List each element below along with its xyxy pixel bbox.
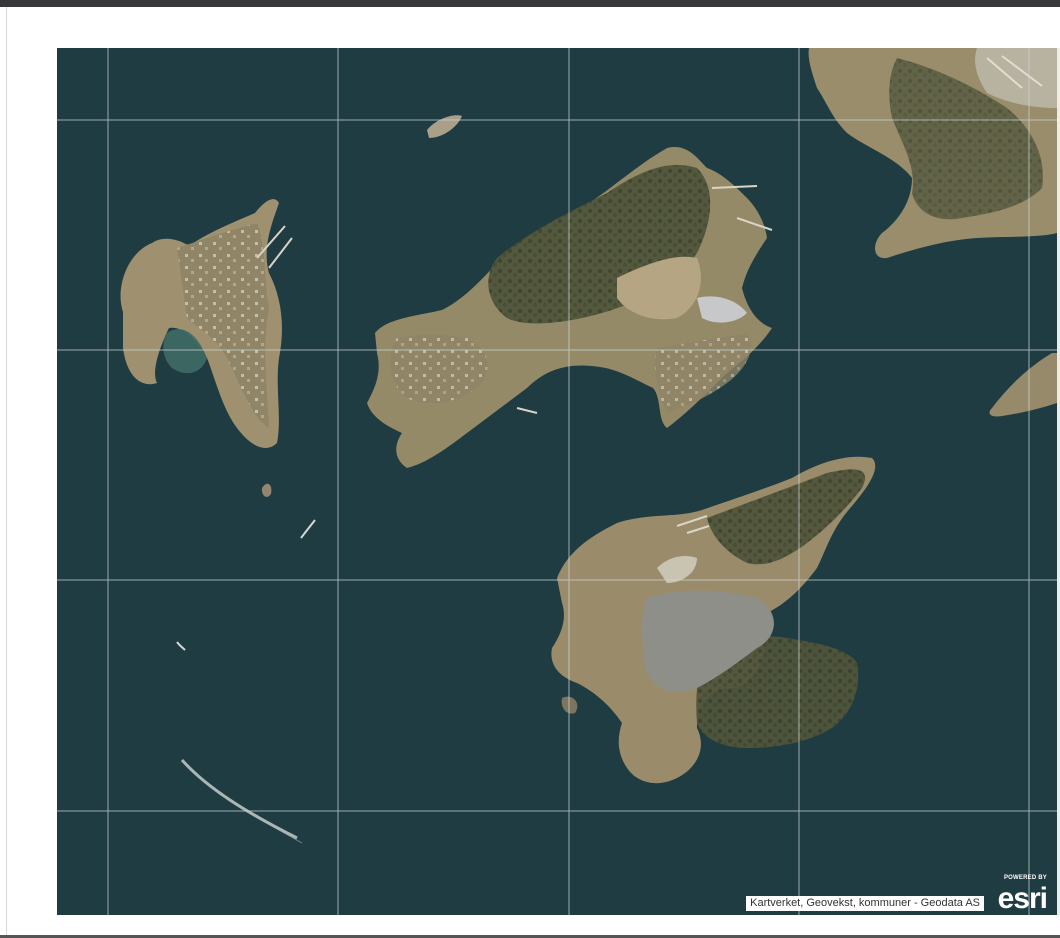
esri-wordmark: esri <box>997 882 1048 915</box>
esri-logo[interactable]: POWERED BY esri <box>991 875 1048 915</box>
map-attribution: Kartverket, Geovekst, kommuner - Geodata… <box>746 896 984 911</box>
map-view[interactable]: Kartverket, Geovekst, kommuner - Geodata… <box>57 48 1057 915</box>
top-toolbar-strip <box>0 0 1060 7</box>
page-left-border <box>6 7 7 935</box>
powered-by-label: POWERED BY <box>1003 875 1047 881</box>
satellite-map-svg <box>57 48 1057 915</box>
